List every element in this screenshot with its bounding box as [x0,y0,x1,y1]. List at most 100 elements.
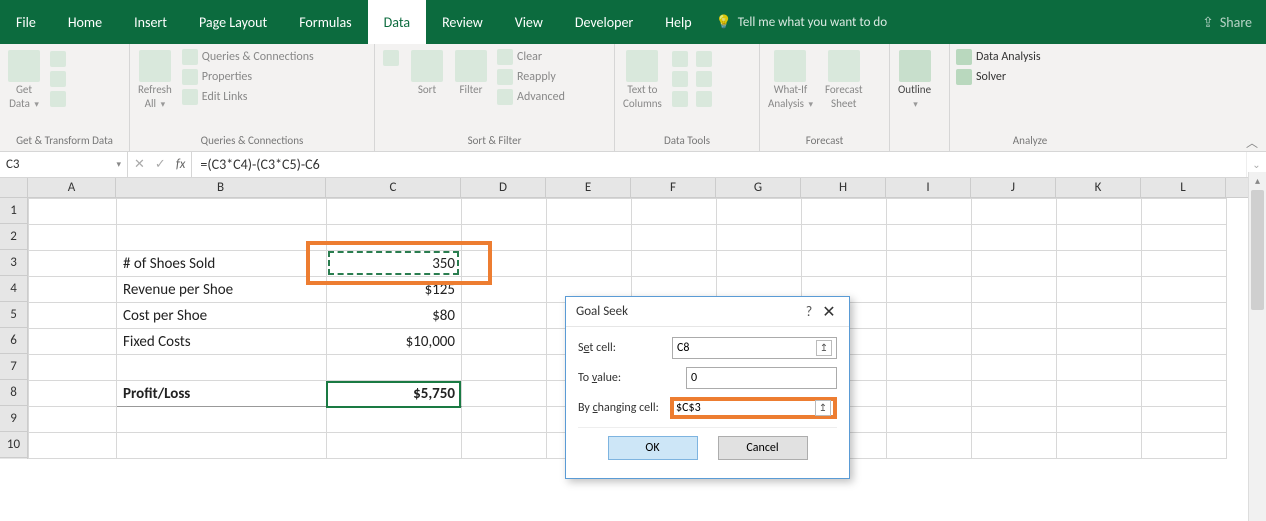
flash-fill-button[interactable] [670,50,690,68]
edit-links-button[interactable]: Edit Links [180,88,316,106]
by-changing-refpicker-icon[interactable]: ↥ [815,400,831,416]
row-header-1[interactable]: 1 [0,198,27,224]
cell-C5[interactable]: $80 [327,303,462,329]
cell-D9[interactable] [462,407,547,433]
cell-D8[interactable] [462,381,547,407]
cell-L6[interactable] [1142,329,1227,355]
cell-A4[interactable] [29,277,117,303]
scroll-up-icon[interactable]: ▴ [1249,172,1266,190]
dialog-close-icon[interactable]: ✕ [819,302,839,322]
refresh-all-button[interactable]: RefreshAll [134,48,176,113]
cell-I10[interactable] [887,433,972,459]
cell-H3[interactable] [802,251,887,277]
cell-A1[interactable] [29,199,117,225]
cell-B5[interactable]: Cost per Shoe [117,303,327,329]
cancel-button[interactable]: Cancel [718,436,808,460]
cell-F1[interactable] [632,199,717,225]
forecast-sheet-button[interactable]: ForecastSheet [821,48,867,113]
consolidate-button[interactable] [694,50,714,68]
row-header-4[interactable]: 4 [0,276,27,302]
filter-button[interactable]: Filter [451,48,491,99]
cell-B7[interactable] [117,355,327,381]
cell-I4[interactable] [887,277,972,303]
cell-K5[interactable] [1057,303,1142,329]
row-header-6[interactable]: 6 [0,328,27,354]
vertical-scrollbar[interactable]: ▴ [1248,172,1266,521]
formula-cancel-icon[interactable]: ✕ [134,157,145,172]
cell-C4[interactable]: $125 [327,277,462,303]
from-table-button[interactable] [48,90,68,108]
cell-L4[interactable] [1142,277,1227,303]
tab-file[interactable]: File [0,0,52,44]
cell-D1[interactable] [462,199,547,225]
cell-J7[interactable] [972,355,1057,381]
cell-B4[interactable]: Revenue per Shoe [117,277,327,303]
from-text-button[interactable] [48,50,68,68]
cell-D7[interactable] [462,355,547,381]
cell-A8[interactable] [29,381,117,407]
to-value-input[interactable] [686,367,837,389]
cell-B8[interactable]: Profit/Loss [117,381,327,407]
cell-B9[interactable] [117,407,327,433]
cell-J6[interactable] [972,329,1057,355]
column-header-I[interactable]: I [886,178,971,197]
column-header-E[interactable]: E [546,178,631,197]
set-cell-input[interactable]: ↥ [672,337,837,359]
relationships-button[interactable] [694,70,714,88]
dialog-titlebar[interactable]: Goal Seek ? ✕ [566,297,849,327]
cell-A5[interactable] [29,303,117,329]
cell-L5[interactable] [1142,303,1227,329]
cell-K4[interactable] [1057,277,1142,303]
cell-J9[interactable] [972,407,1057,433]
cell-K7[interactable] [1057,355,1142,381]
column-header-F[interactable]: F [631,178,716,197]
cell-L3[interactable] [1142,251,1227,277]
share-button[interactable]: ⇪ Share [1202,0,1252,44]
cell-L2[interactable] [1142,225,1227,251]
cell-K2[interactable] [1057,225,1142,251]
tab-view[interactable]: View [499,0,559,44]
fx-icon[interactable]: fx [176,157,186,172]
cell-G1[interactable] [717,199,802,225]
dialog-help-icon[interactable]: ? [799,303,819,320]
cell-K9[interactable] [1057,407,1142,433]
clear-filter-button[interactable]: Clear [495,48,567,66]
cell-J5[interactable] [972,303,1057,329]
outline-button[interactable]: Outline [894,48,935,113]
cell-C9[interactable] [327,407,462,433]
cell-C6[interactable]: $10,000 [327,329,462,355]
cell-I3[interactable] [887,251,972,277]
ok-button[interactable]: OK [608,436,698,460]
row-header-7[interactable]: 7 [0,354,27,380]
cell-I2[interactable] [887,225,972,251]
row-header-8[interactable]: 8 [0,380,27,406]
cell-I9[interactable] [887,407,972,433]
cell-J3[interactable] [972,251,1057,277]
column-header-L[interactable]: L [1141,178,1226,197]
data-model-button[interactable] [694,90,714,108]
cell-F2[interactable] [632,225,717,251]
cell-D6[interactable] [462,329,547,355]
data-validation-button[interactable] [670,90,690,108]
row-header-9[interactable]: 9 [0,406,27,432]
cell-H2[interactable] [802,225,887,251]
cell-J4[interactable] [972,277,1057,303]
column-header-H[interactable]: H [801,178,886,197]
by-changing-cell-value[interactable] [676,401,813,415]
row-header-2[interactable]: 2 [0,224,27,250]
tell-me-search[interactable]: 💡 Tell me what you want to do [716,0,1203,44]
cell-J8[interactable] [972,381,1057,407]
column-header-A[interactable]: A [28,178,116,197]
cell-C8[interactable]: $5,750 [327,381,462,407]
cell-C3[interactable]: 350 [327,251,462,277]
cell-E2[interactable] [547,225,632,251]
cell-C7[interactable] [327,355,462,381]
cell-F3[interactable] [632,251,717,277]
cell-J1[interactable] [972,199,1057,225]
cell-B6[interactable]: Fixed Costs [117,329,327,355]
cell-G2[interactable] [717,225,802,251]
cell-E3[interactable] [547,251,632,277]
tab-developer[interactable]: Developer [559,0,649,44]
cell-L9[interactable] [1142,407,1227,433]
column-header-K[interactable]: K [1056,178,1141,197]
